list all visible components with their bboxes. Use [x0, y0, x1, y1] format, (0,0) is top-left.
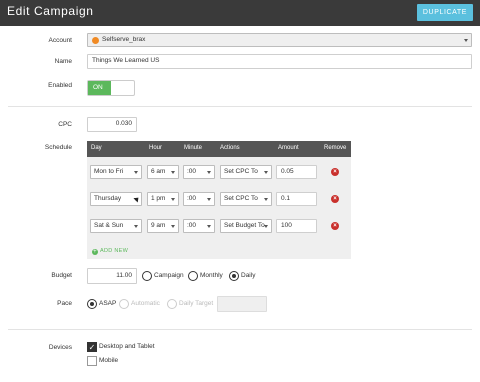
add-new-label: ADD NEW: [100, 248, 129, 254]
row1-hour-value: 6 am: [151, 168, 166, 175]
section-divider: [8, 106, 472, 107]
row2-minute-value: :00: [187, 195, 197, 202]
chevron-down-icon: [207, 171, 211, 174]
toggle-on-label: ON: [88, 81, 111, 95]
col-actions: Actions: [220, 145, 240, 151]
row2-amount-input[interactable]: 0.1: [276, 192, 317, 206]
budget-daily-radio[interactable]: [229, 271, 239, 281]
pace-label: Pace: [57, 300, 72, 307]
chevron-down-icon: [134, 225, 138, 228]
chevron-down-icon: [464, 39, 468, 42]
schedule-label: Schedule: [44, 144, 72, 151]
devices-label: Devices: [48, 344, 72, 351]
chevron-down-icon: [264, 225, 268, 228]
row1-day-value: Mon to Fri: [94, 168, 124, 175]
row1-remove-icon[interactable]: ×: [331, 168, 339, 176]
row3-action-value: Set Budget To: [224, 222, 265, 229]
pace-daily-target-label: Daily Target: [179, 300, 214, 307]
row3-minute-select[interactable]: :00: [183, 219, 215, 233]
chevron-down-icon: [171, 171, 175, 174]
name-field[interactable]: Things We Learned US: [87, 54, 472, 69]
row2-hour-value: 1 pm: [151, 195, 166, 202]
row3-action-select[interactable]: Set Budget To: [220, 219, 272, 233]
page-title: Edit Campaign: [7, 4, 94, 18]
budget-monthly-radio[interactable]: [188, 271, 198, 281]
mobile-checkbox[interactable]: [87, 356, 97, 366]
row1-amount-input[interactable]: 0.05: [276, 165, 317, 179]
chevron-down-icon: [207, 225, 211, 228]
row2-day-value: Thursday: [94, 195, 122, 202]
row2-hour-select[interactable]: 1 pm: [147, 192, 179, 206]
pace-target-input[interactable]: [217, 296, 267, 312]
row3-hour-value: 9 am: [151, 222, 166, 229]
account-label: Account: [48, 37, 73, 44]
schedule-table-header: Day Hour Minute Actions Amount Remove: [87, 141, 351, 157]
pace-asap-radio[interactable]: [87, 299, 97, 309]
budget-monthly-label: Monthly: [200, 272, 223, 279]
budget-label: Budget: [51, 272, 72, 279]
chevron-down-icon: [171, 198, 175, 201]
chevron-down-icon: [171, 225, 175, 228]
row2-action-select[interactable]: Set CPC To: [220, 192, 272, 206]
enabled-label: Enabled: [48, 82, 72, 89]
row3-day-value: Sat & Sun: [94, 222, 124, 229]
row2-action-value: Set CPC To: [224, 195, 258, 202]
account-value: Selfserve_brax: [102, 36, 146, 43]
col-day: Day: [91, 145, 102, 151]
row3-day-select[interactable]: Sat & Sun: [90, 219, 142, 233]
plus-icon: +: [92, 249, 98, 255]
row1-day-select[interactable]: Mon to Fri: [90, 165, 142, 179]
row1-action-value: Set CPC To: [224, 168, 258, 175]
row1-action-select[interactable]: Set CPC To: [220, 165, 272, 179]
row2-minute-select[interactable]: :00: [183, 192, 215, 206]
budget-campaign-radio[interactable]: [142, 271, 152, 281]
pace-automatic-radio[interactable]: [119, 299, 129, 309]
pace-daily-target-radio[interactable]: [167, 299, 177, 309]
row3-hour-select[interactable]: 9 am: [147, 219, 179, 233]
add-new-button[interactable]: + ADD NEW: [92, 248, 128, 255]
row1-minute-select[interactable]: :00: [183, 165, 215, 179]
desktop-checkbox[interactable]: ✓: [87, 342, 97, 352]
chevron-down-icon: [264, 198, 268, 201]
cpc-label: CPC: [58, 121, 72, 128]
pace-automatic-label: Automatic: [131, 300, 160, 307]
budget-daily-label: Daily: [241, 272, 256, 279]
row1-hour-select[interactable]: 6 am: [147, 165, 179, 179]
row1-minute-value: :00: [187, 168, 197, 175]
col-amount: Amount: [278, 145, 299, 151]
row2-remove-icon[interactable]: ×: [331, 195, 339, 203]
duplicate-button[interactable]: DUPLICATE: [417, 4, 473, 21]
col-remove: Remove: [324, 145, 347, 151]
name-label: Name: [54, 58, 72, 65]
chevron-down-icon: [207, 198, 211, 201]
account-icon: [92, 37, 99, 44]
row3-remove-icon[interactable]: ×: [331, 222, 339, 230]
budget-campaign-label: Campaign: [154, 272, 184, 279]
account-select[interactable]: Selfserve_brax: [87, 33, 472, 47]
pace-asap-label: ASAP: [99, 300, 117, 307]
row3-amount-input[interactable]: 100: [276, 219, 317, 233]
desktop-label: Desktop and Tablet: [99, 343, 155, 350]
budget-input[interactable]: 11.00: [87, 268, 137, 284]
page-header: Edit Campaign DUPLICATE: [0, 0, 480, 26]
enabled-toggle[interactable]: ON: [87, 80, 135, 96]
chevron-down-icon: [134, 171, 138, 174]
cpc-input[interactable]: 0.030: [87, 117, 137, 132]
col-minute: Minute: [184, 145, 203, 151]
col-hour: Hour: [149, 145, 163, 151]
section-divider: [8, 329, 472, 330]
row3-minute-value: :00: [187, 222, 197, 229]
mobile-label: Mobile: [99, 357, 119, 364]
chevron-down-icon: [264, 171, 268, 174]
